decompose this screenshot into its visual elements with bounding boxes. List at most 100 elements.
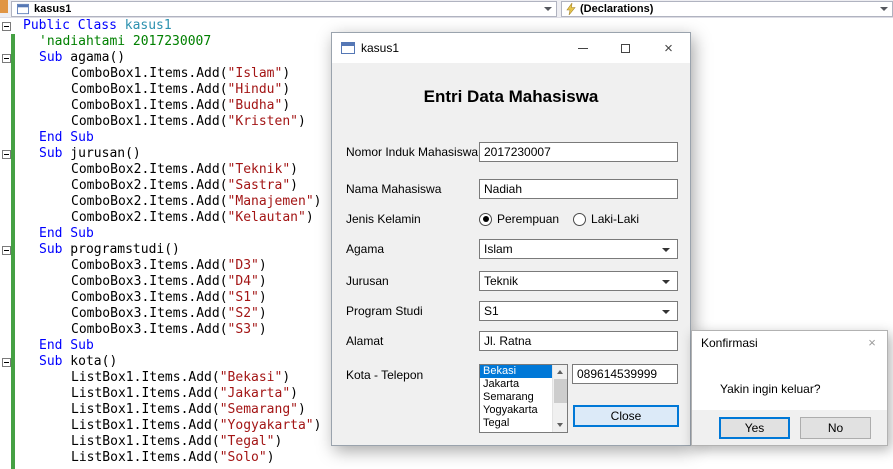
code-text: ListBox1.Items.Add("Yogyakarta") [15, 418, 321, 434]
corner-accent [0, 0, 8, 13]
jurusan-combobox-value: Teknik [484, 274, 519, 288]
code-text: End Sub [15, 226, 94, 242]
code-token: ) [290, 386, 298, 401]
minimize-icon [577, 47, 588, 49]
scrollbar-thumb[interactable] [554, 379, 567, 403]
member-dropdown[interactable]: (Declarations) [561, 0, 893, 17]
code-token: "Islam" [227, 66, 283, 81]
listbox-item[interactable]: Bekasi [480, 365, 552, 378]
agama-combobox[interactable]: Islam [479, 239, 678, 259]
code-token: ) [282, 98, 291, 113]
code-text: Public Class kasus1 [15, 18, 172, 34]
scrollbar-up-icon[interactable] [553, 365, 567, 379]
code-token: ) [313, 418, 322, 433]
maximize-icon [621, 43, 630, 53]
listbox-scrollbar[interactable] [552, 365, 567, 432]
code-text: ComboBox3.Items.Add("S2") [15, 306, 267, 322]
code-token: programstudi() [62, 242, 180, 257]
code-token: "D4" [227, 274, 259, 289]
code-text: Sub kota() [15, 354, 117, 370]
fold-collapse-icon[interactable] [2, 245, 11, 255]
program-studi-combobox[interactable]: S1 [479, 301, 678, 321]
member-dropdown-label: (Declarations) [580, 2, 654, 15]
close-window-button[interactable]: × [647, 33, 690, 63]
listbox-item[interactable]: Yogyakarta [480, 404, 552, 417]
code-token: ) [282, 82, 291, 97]
radio-perempuan[interactable]: Perempuan [479, 212, 559, 226]
confirm-titlebar[interactable]: Konfirmasi × [692, 331, 887, 354]
code-token: ) [282, 370, 291, 385]
code-text: Sub agama() [15, 50, 125, 66]
code-text: Sub programstudi() [15, 242, 180, 258]
code-text: ComboBox3.Items.Add("D3") [15, 258, 267, 274]
kota-listbox[interactable]: Bekasi Jakarta Semarang Yogyakarta Tegal [479, 364, 568, 433]
code-token: ) [266, 450, 275, 465]
close-icon[interactable]: × [857, 335, 887, 350]
fold-collapse-icon[interactable] [2, 53, 11, 63]
code-token: ) [305, 210, 314, 225]
no-button[interactable]: No [800, 417, 871, 439]
code-token: ComboBox1.Items.Add( [71, 114, 228, 129]
nim-input[interactable] [479, 142, 678, 162]
change-tracking-bar [11, 34, 15, 469]
code-token: End Sub [39, 226, 94, 241]
field-row-jenis-kelamin: Jenis Kelamin Perempuan Laki-Laki [346, 209, 678, 229]
maximize-button[interactable] [604, 33, 647, 63]
listbox-item[interactable]: Jakarta [480, 378, 552, 391]
code-line[interactable]: ListBox1.Items.Add("Solo") [0, 450, 893, 466]
nim-label: Nomor Induk Mahasiswa [346, 145, 479, 159]
code-text: ComboBox1.Items.Add("Budha") [15, 98, 290, 114]
code-token: "S1" [227, 290, 259, 305]
code-text: ListBox1.Items.Add("Semarang") [15, 402, 306, 418]
code-token: "Jakarta" [219, 386, 291, 401]
code-text: ListBox1.Items.Add("Tegal") [15, 434, 282, 450]
code-text: ComboBox1.Items.Add("Hindu") [15, 82, 290, 98]
code-text: ComboBox3.Items.Add("S1") [15, 290, 267, 306]
code-text: 'nadiahtami 2017230007 [15, 34, 211, 50]
close-button[interactable]: Close [573, 405, 679, 427]
code-token: ListBox1.Items.Add( [71, 402, 220, 417]
code-text: ComboBox2.Items.Add("Kelautan") [15, 210, 314, 226]
code-token: ComboBox1.Items.Add( [71, 82, 228, 97]
code-token: ) [282, 66, 291, 81]
program-studi-combobox-value: S1 [484, 304, 499, 318]
class-icon [17, 3, 29, 14]
code-token: ListBox1.Items.Add( [71, 386, 220, 401]
code-token: agama() [62, 50, 126, 65]
jurusan-combobox[interactable]: Teknik [479, 271, 678, 291]
fold-collapse-icon[interactable] [2, 149, 11, 159]
listbox-item[interactable]: Tegal [480, 417, 552, 430]
radio-unselected-icon [573, 212, 587, 226]
alamat-input[interactable] [479, 331, 678, 351]
code-text: ComboBox3.Items.Add("D4") [15, 274, 267, 290]
nama-label: Nama Mahasiswa [346, 182, 442, 196]
form-icon [341, 42, 355, 54]
kota-telepon-label: Kota - Telepon [346, 368, 424, 382]
code-token: ComboBox3.Items.Add( [71, 274, 228, 289]
code-token: ) [313, 194, 322, 209]
code-token: "D3" [227, 258, 259, 273]
chevron-down-icon [544, 6, 552, 11]
radio-laki-laki[interactable]: Laki-Laki [573, 212, 639, 226]
form-titlebar[interactable]: kasus1 × [332, 33, 690, 63]
telepon-input[interactable] [572, 364, 678, 384]
field-row-jurusan: Jurusan Teknik [346, 271, 678, 291]
minimize-button[interactable] [561, 33, 604, 63]
code-text: ListBox1.Items.Add("Bekasi") [15, 370, 290, 386]
code-token: ComboBox2.Items.Add( [71, 210, 228, 225]
listbox-item[interactable]: Semarang [480, 391, 552, 404]
code-text: ComboBox3.Items.Add("S3") [15, 322, 267, 338]
scrollbar-down-icon[interactable] [553, 418, 567, 432]
yes-button[interactable]: Yes [719, 417, 790, 439]
code-text: ListBox1.Items.Add("Jakarta") [15, 386, 298, 402]
fold-collapse-icon[interactable] [2, 357, 11, 367]
fold-collapse-icon[interactable] [2, 21, 11, 31]
code-token: "Solo" [219, 450, 267, 465]
code-token: jurusan() [62, 146, 141, 161]
code-token: Sub [39, 50, 63, 65]
nama-input[interactable] [479, 179, 678, 199]
vs-navigation-bar: kasus1 (Declarations) [0, 0, 893, 18]
scope-dropdown[interactable]: kasus1 [11, 0, 557, 17]
code-token: ComboBox3.Items.Add( [71, 306, 228, 321]
close-icon: × [664, 39, 673, 57]
